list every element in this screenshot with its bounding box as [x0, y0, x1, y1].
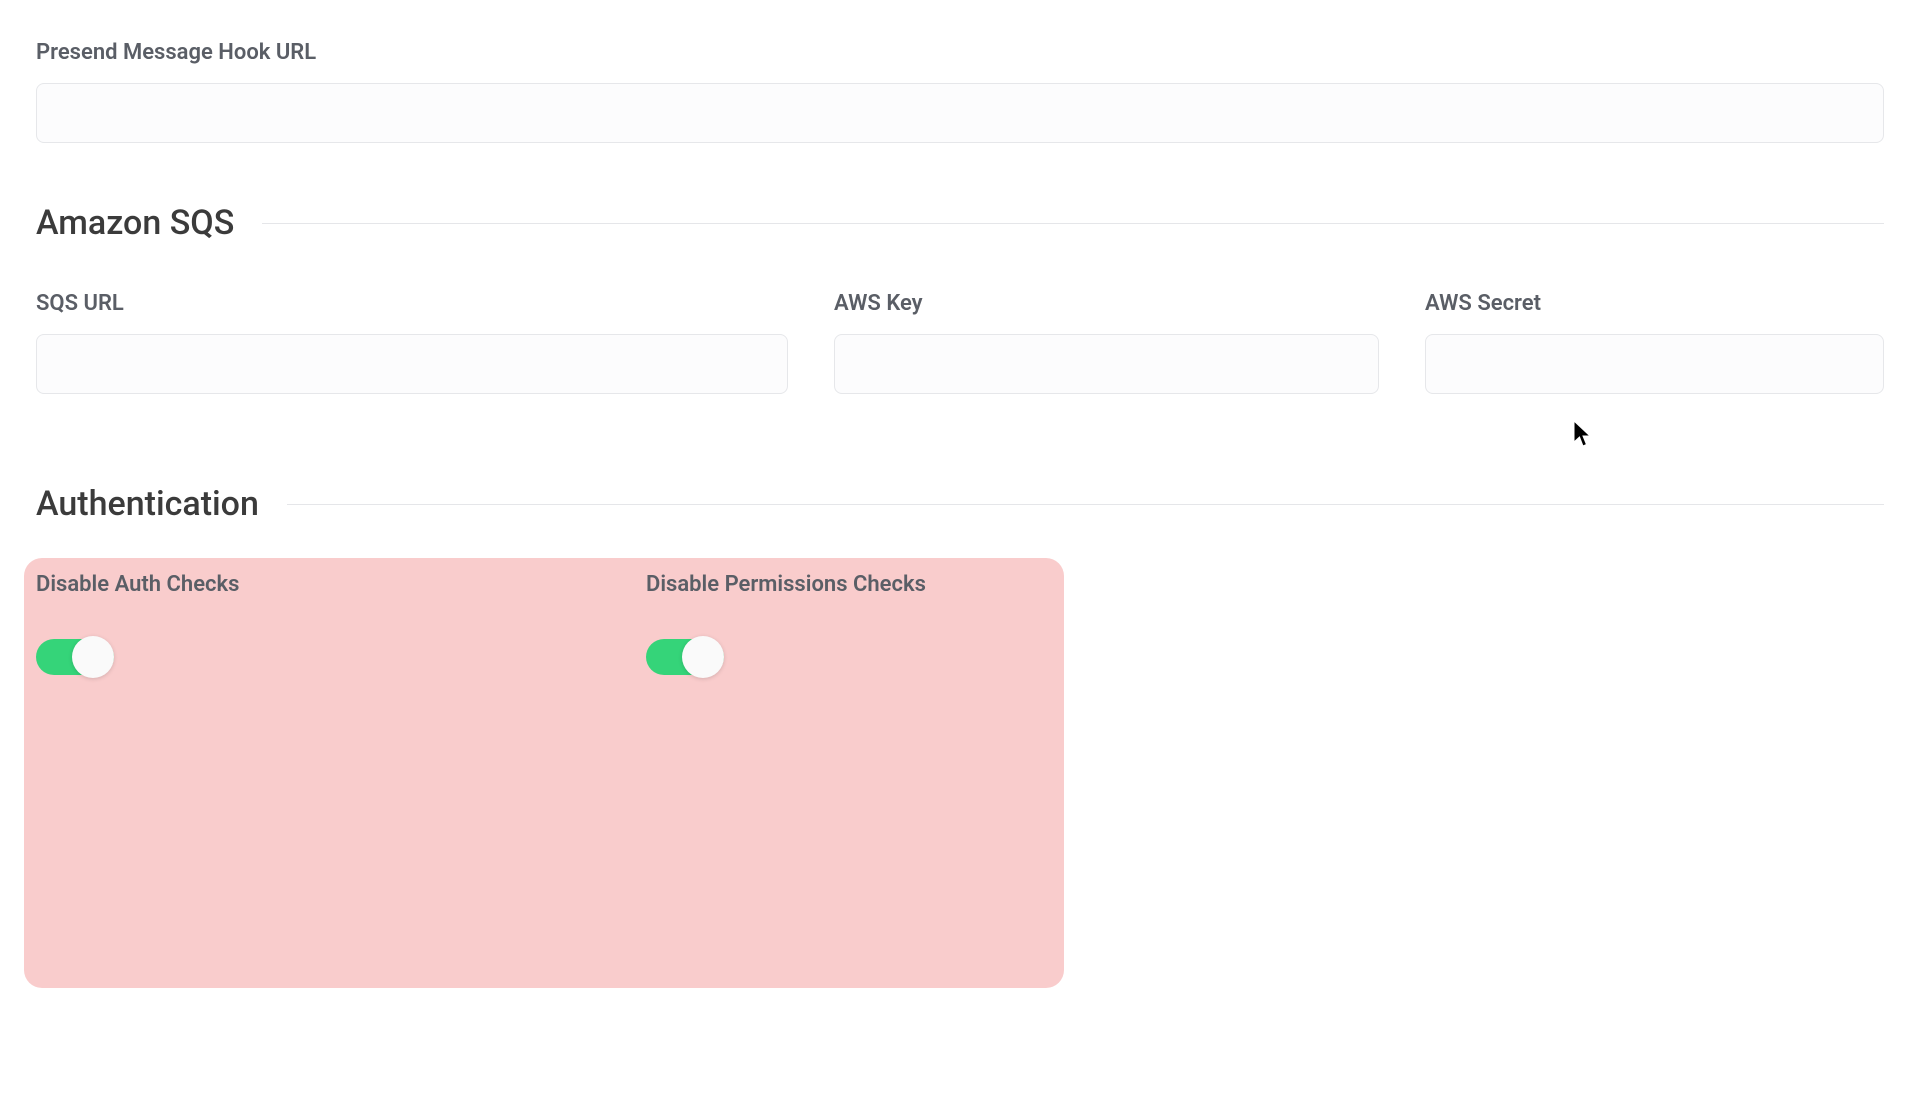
section-divider [262, 223, 1884, 224]
aws-key-input[interactable] [834, 334, 1379, 394]
disable-auth-toggle[interactable] [36, 639, 114, 675]
aws-secret-label: AWS Secret [1425, 291, 1884, 316]
toggle-knob [682, 636, 724, 678]
disable-perms-field: Disable Permissions Checks [646, 572, 1196, 679]
sqs-url-label: SQS URL [36, 291, 788, 316]
aws-key-label: AWS Key [834, 291, 1379, 316]
sqs-section-header: Amazon SQS [36, 203, 1884, 243]
auth-section-header: Authentication [36, 484, 1884, 524]
disable-auth-label: Disable Auth Checks [36, 572, 586, 597]
disable-perms-label: Disable Permissions Checks [646, 572, 1196, 597]
disable-perms-toggle[interactable] [646, 639, 724, 675]
auth-section-title: Authentication [36, 484, 259, 524]
section-divider [287, 504, 1884, 505]
aws-key-field: AWS Key [834, 291, 1379, 394]
aws-secret-input[interactable] [1425, 334, 1884, 394]
presend-hook-field: Presend Message Hook URL [36, 40, 1884, 143]
sqs-url-input[interactable] [36, 334, 788, 394]
presend-hook-label: Presend Message Hook URL [36, 40, 1884, 65]
auth-toggles-row: Disable Auth Checks Disable Permissions … [36, 572, 1884, 679]
disable-auth-field: Disable Auth Checks [36, 572, 586, 679]
toggle-knob [72, 636, 114, 678]
presend-hook-input[interactable] [36, 83, 1884, 143]
sqs-section-title: Amazon SQS [36, 203, 234, 243]
sqs-fields-row: SQS URL AWS Key AWS Secret [36, 291, 1884, 394]
sqs-url-field: SQS URL [36, 291, 788, 394]
aws-secret-field: AWS Secret [1425, 291, 1884, 394]
